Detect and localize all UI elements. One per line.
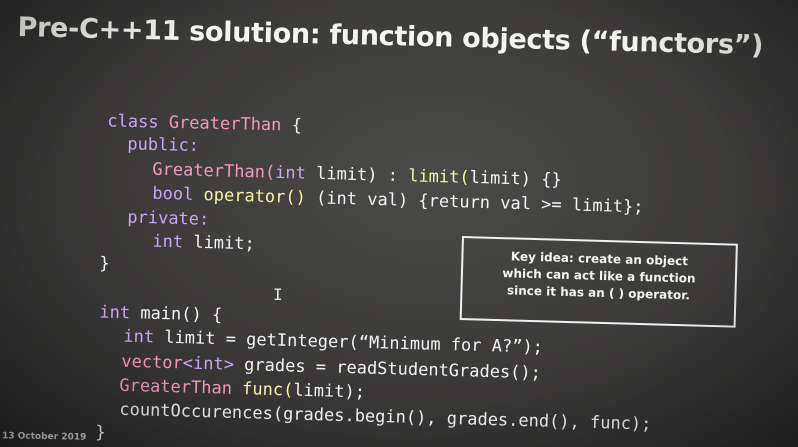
code-operator: operator() bbox=[193, 184, 317, 209]
code-type: int bbox=[152, 231, 184, 253]
code-text: limit; bbox=[182, 232, 256, 255]
slide: Pre-C++11 solution: function objects (“f… bbox=[0, 0, 798, 447]
text-cursor-icon: I bbox=[273, 285, 283, 304]
code-text: (int val) {return val >= limit}; bbox=[315, 188, 644, 218]
code-text: { bbox=[281, 115, 303, 136]
code-line-12: countOccurences(grades.begin(), grades.e… bbox=[57, 378, 652, 447]
code-text: } bbox=[95, 422, 106, 443]
code-line-6: int limit; bbox=[90, 210, 255, 274]
code-block: class GreaterThan { public: GreaterThan(… bbox=[0, 0, 798, 447]
slide-date: 13 October 2019 bbox=[1, 431, 87, 443]
key-idea-box: Key idea: create an object which can act… bbox=[459, 236, 738, 328]
code-text: } bbox=[99, 253, 110, 274]
code-text: countOccurences(grades.begin(), grades.e… bbox=[119, 399, 652, 435]
